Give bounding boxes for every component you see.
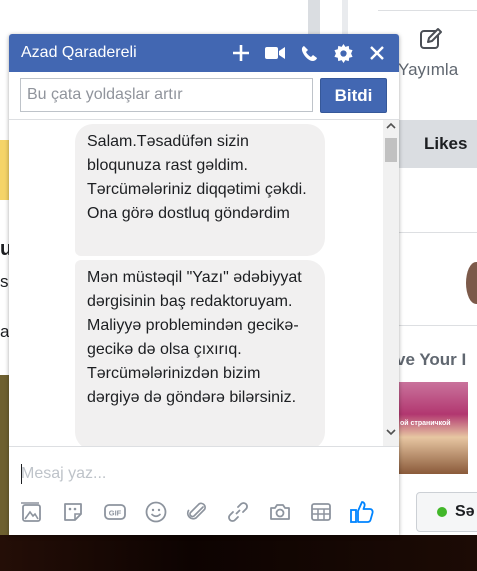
message-bubble: Mən müstəqil "Yazı" ədəbiyyat dərgisinin… xyxy=(75,260,325,446)
composer-toolbar: GIF xyxy=(19,497,391,527)
table-icon[interactable] xyxy=(308,499,334,525)
add-participants-row: Bitdi xyxy=(9,72,399,120)
sticker-icon[interactable] xyxy=(60,499,86,525)
video-camera-icon[interactable] xyxy=(265,43,285,63)
chat-header[interactable]: Azad Qaradereli xyxy=(9,34,399,72)
taskbar-strip xyxy=(0,535,477,571)
tab-likes-label: Likes xyxy=(424,134,468,153)
message-list: Salam.Təsadüfən sizin bloqunuza rast gəl… xyxy=(9,120,399,446)
scroll-thumb[interactable] xyxy=(385,138,397,162)
avatar[interactable] xyxy=(466,262,477,304)
message-input[interactable] xyxy=(21,463,381,485)
link-icon[interactable] xyxy=(225,499,251,525)
post-text-fragment: s xyxy=(0,272,9,291)
phone-icon[interactable] xyxy=(299,43,319,63)
chat-title[interactable]: Azad Qaradereli xyxy=(21,44,217,62)
gear-icon[interactable] xyxy=(333,43,353,63)
book-thumbnail[interactable]: ой страничкой xyxy=(398,382,468,474)
edit-icon[interactable] xyxy=(418,26,444,52)
photo-icon[interactable] xyxy=(19,499,45,525)
plus-icon[interactable] xyxy=(231,43,251,63)
online-dot-icon xyxy=(437,507,447,517)
section-heading: ve Your I xyxy=(396,350,467,369)
add-friends-input[interactable] xyxy=(20,78,313,112)
text-caret xyxy=(21,464,22,484)
publish-link[interactable]: Yayımla xyxy=(398,60,458,80)
divider xyxy=(378,10,477,11)
message-scrollbar[interactable] xyxy=(383,120,399,446)
scroll-up-icon[interactable] xyxy=(386,122,396,133)
status-label: Sə xyxy=(455,503,475,520)
message-bubble: Salam.Təsadüfən sizin bloqunuza rast gəl… xyxy=(75,124,325,256)
gif-icon[interactable]: GIF xyxy=(102,499,128,525)
status-button[interactable]: Sə xyxy=(416,492,477,532)
done-button[interactable]: Bitdi xyxy=(320,78,387,113)
thumbs-up-icon[interactable] xyxy=(349,499,375,525)
composer: GIF xyxy=(9,446,399,535)
emoji-icon[interactable] xyxy=(143,499,169,525)
svg-text:GIF: GIF xyxy=(108,509,121,518)
camera-icon[interactable] xyxy=(267,499,293,525)
scroll-down-icon[interactable] xyxy=(386,428,396,439)
book-title: ой страничкой xyxy=(400,420,451,427)
chat-window: Azad Qaradereli Bitdi Salam.Təsadüfən si… xyxy=(9,34,399,535)
attachment-icon[interactable] xyxy=(184,499,210,525)
close-icon[interactable] xyxy=(367,43,387,63)
